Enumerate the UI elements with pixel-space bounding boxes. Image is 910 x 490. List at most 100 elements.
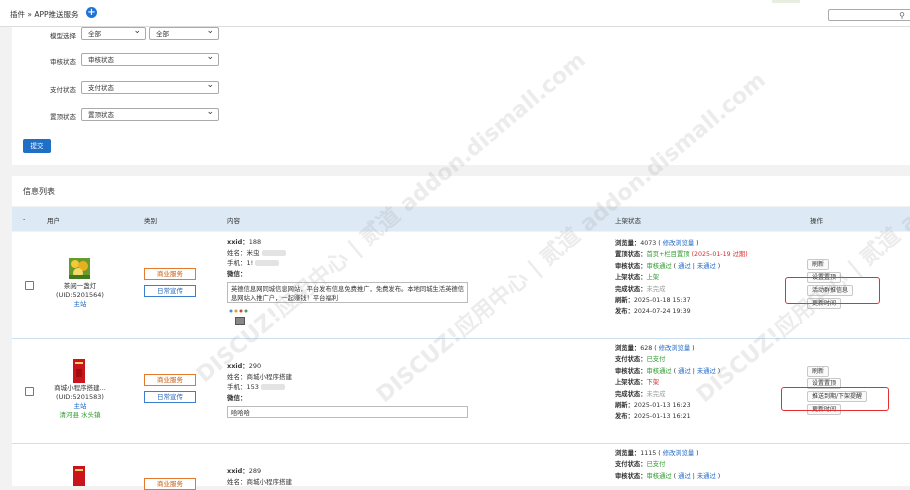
name-label: 姓名： xyxy=(227,477,247,486)
table-row: 商城小程序搭建... (UID:5201583) 主站 清河县 水头镇 商业服务… xyxy=(12,339,910,444)
shelf-value[interactable]: 上架 xyxy=(646,274,659,281)
col-header-user: 用户 xyxy=(47,217,60,225)
pin-expire: (2025-01-19 过期) xyxy=(691,251,748,259)
filter-model-row: 模型选择 全部 全部 xyxy=(12,25,312,41)
filter-review-label: 审核状态 xyxy=(50,58,76,66)
filter-review-select[interactable]: 审核状态 xyxy=(81,51,219,66)
breadcrumb[interactable]: 插件 » APP推送服务 xyxy=(10,9,79,20)
col-header-content: 内容 xyxy=(227,217,240,225)
review-pass-link[interactable]: 通过 xyxy=(678,473,691,480)
xxid-value: 289 xyxy=(248,467,262,475)
review-pass-link[interactable]: 通过 xyxy=(678,263,691,270)
pay-label: 支付状态： xyxy=(615,356,647,364)
filter-pin-row: 置顶状态 置顶状态 xyxy=(12,106,312,122)
filter-pin-label: 置顶状态 xyxy=(50,113,76,121)
name-value: 商城小程序搭建 xyxy=(246,372,293,381)
submit-button[interactable]: 提交 xyxy=(23,139,51,153)
avatar xyxy=(73,359,85,383)
user-name[interactable]: 茶阅一盏灯 xyxy=(35,282,125,291)
table-row: 商业服务 xxid：289 姓名：商城小程序搭建 浏览量：1115 ( 修改浏览… xyxy=(12,444,910,490)
pin-value: 首页+栏目置顶 xyxy=(646,251,690,259)
edit-views-link[interactable]: 修改浏览量 xyxy=(663,450,694,457)
shelf-label: 上架状态： xyxy=(615,379,647,387)
filter-review-row: 审核状态 审核状态 xyxy=(12,51,312,67)
refresh-value: 2025-01-18 15:37 xyxy=(633,297,691,305)
plus-circle-icon[interactable]: + xyxy=(86,7,97,18)
category-business-button[interactable]: 商业服务 xyxy=(144,478,196,490)
filter-payment-row: 支付状态 支付状态 xyxy=(12,79,312,95)
review-fail-link[interactable]: 未通过 xyxy=(697,473,716,480)
views-label: 浏览量： xyxy=(615,240,641,247)
status-cell: 浏览量：628 ( 修改浏览量 ) 支付状态：已支付 审核状态：审核通过 ( 通… xyxy=(615,345,721,421)
search-input[interactable]: ⚲ xyxy=(828,9,910,21)
review-pass-link[interactable]: 通过 xyxy=(678,368,691,375)
publish-value: 2024-07-24 19:39 xyxy=(633,308,691,316)
edit-views-link[interactable]: 修改浏览量 xyxy=(659,345,690,352)
views-value: 4073 xyxy=(640,240,657,247)
views-label: 浏览量： xyxy=(615,450,641,457)
review-label: 审核状态： xyxy=(615,262,647,270)
done-label: 完成状态： xyxy=(615,390,647,398)
content-cell: xxid：188 姓名：米虫 手机：1! 微信： xyxy=(227,237,286,279)
avatar xyxy=(73,466,85,486)
filter-model-select-2[interactable]: 全部 xyxy=(149,25,219,40)
phone-label: 手机： xyxy=(227,383,247,391)
col-header-select: - xyxy=(23,215,26,223)
review-fail-link[interactable]: 未通过 xyxy=(697,368,716,375)
list-title: 信息列表 xyxy=(23,187,55,196)
status-cell: 浏览量：4073 ( 修改浏览量 ) 置顶状态：首页+栏目置顶 (2025-01… xyxy=(615,240,748,316)
review-value: 审核通过 xyxy=(646,262,672,270)
refresh-button[interactable]: 刷新 xyxy=(807,259,830,270)
user-name[interactable]: 商城小程序搭建... xyxy=(35,384,125,393)
review-fail-link[interactable]: 未通过 xyxy=(697,263,716,270)
avatar xyxy=(69,258,90,279)
blurred-text xyxy=(261,384,285,390)
name-value: 米虫 xyxy=(246,248,260,257)
category-business-button[interactable]: 商业服务 xyxy=(144,374,196,386)
pay-value: 已支付 xyxy=(646,356,666,364)
xxid-value: 290 xyxy=(248,362,262,370)
name-label: 姓名： xyxy=(227,248,247,257)
row-checkbox[interactable] xyxy=(25,387,34,396)
review-label: 审核状态： xyxy=(615,367,647,375)
description-box: 英德信息网同城信息网站，平台发布信息免费推广，免费发布。本地同城生活英德信息网站… xyxy=(227,282,468,303)
filter-model-label: 模型选择 xyxy=(50,32,76,40)
publish-label: 发布： xyxy=(615,308,634,316)
refresh-button[interactable]: 刷新 xyxy=(807,366,830,377)
shelf-value[interactable]: 下架 xyxy=(646,379,659,386)
category-business-button[interactable]: 商业服务 xyxy=(144,268,196,280)
user-uid: (UID:5201583) xyxy=(56,393,104,401)
phone-value: 1! xyxy=(246,259,254,267)
review-label: 审核状态： xyxy=(615,472,647,480)
filter-pin-select[interactable]: 置顶状态 xyxy=(81,106,219,121)
user-info: 商城小程序搭建... (UID:5201583) 主站 清河县 水头镇 xyxy=(35,384,125,420)
edit-views-link[interactable]: 修改浏览量 xyxy=(663,240,694,247)
category-daily-button[interactable]: 日常宣传 xyxy=(144,285,196,297)
col-header-shelf-status: 上架状态 xyxy=(615,217,641,225)
filter-model-select-1[interactable]: 全部 xyxy=(81,25,146,40)
xxid-label: xxid： xyxy=(227,362,249,370)
xxid-value: 188 xyxy=(248,238,262,246)
views-value: 1115 xyxy=(640,450,657,457)
refresh-value: 2025-01-13 16:23 xyxy=(633,402,691,410)
content-cell: xxid：290 姓名：商城小程序搭建 手机：153 微信： xyxy=(227,361,292,403)
list-section-header: 信息列表 xyxy=(12,176,910,206)
table-header: - 用户 类别 内容 上架状态 操作 xyxy=(12,207,910,231)
highlight-box xyxy=(781,387,889,411)
xxid-label: xxid： xyxy=(227,238,249,246)
search-icon[interactable]: ⚲ xyxy=(899,11,905,20)
refresh-label: 刷新： xyxy=(615,297,634,305)
xxid-label: xxid： xyxy=(227,467,249,475)
pay-label: 支付状态： xyxy=(615,461,647,469)
done-value: 未完成 xyxy=(646,285,666,293)
row-checkbox[interactable] xyxy=(25,281,34,290)
category-daily-button[interactable]: 日常宣传 xyxy=(144,391,196,403)
filter-payment-label: 支付状态 xyxy=(50,86,76,94)
table-row: 茶阅一盏灯 (UID:5201564) 主站 商业服务 日常宣传 xxid：18… xyxy=(12,232,910,339)
highlight-box xyxy=(785,277,880,304)
name-label: 姓名： xyxy=(227,372,247,381)
pay-value: 已支付 xyxy=(646,461,666,469)
user-site: 主站 xyxy=(73,300,87,308)
filter-payment-select[interactable]: 支付状态 xyxy=(81,79,219,94)
phone-label: 手机： xyxy=(227,259,247,267)
